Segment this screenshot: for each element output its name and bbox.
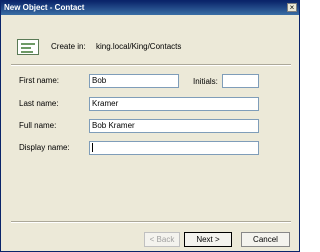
last-name-label: Last name: (19, 99, 59, 108)
close-button[interactable]: × (287, 3, 297, 12)
full-name-label: Full name: (19, 121, 57, 130)
cancel-button[interactable]: Cancel (241, 232, 290, 247)
initials-input[interactable] (222, 74, 259, 88)
back-button[interactable]: < Back (144, 232, 180, 247)
display-name-input[interactable] (89, 141, 259, 155)
initials-label: Initials: (193, 77, 218, 86)
contact-card-icon (17, 39, 39, 55)
first-name-input[interactable]: Bob (89, 74, 179, 88)
display-name-label: Display name: (19, 143, 70, 152)
dialog-title: New Object - Contact (4, 3, 85, 12)
header-divider (11, 64, 291, 66)
next-button[interactable]: Next > (184, 232, 232, 247)
text-caret (92, 143, 93, 153)
create-in-path: king.local/King/Contacts (96, 42, 182, 51)
new-object-contact-dialog: New Object - Contact × Create in: king.l… (0, 0, 300, 252)
first-name-label: First name: (19, 76, 60, 85)
title-bar[interactable]: New Object - Contact × (1, 1, 299, 15)
close-icon: × (289, 3, 295, 12)
full-name-input[interactable]: Bob Kramer (89, 119, 259, 133)
last-name-input[interactable]: Kramer (89, 97, 259, 111)
footer-divider (11, 221, 291, 223)
create-in-label: Create in: (51, 42, 86, 51)
